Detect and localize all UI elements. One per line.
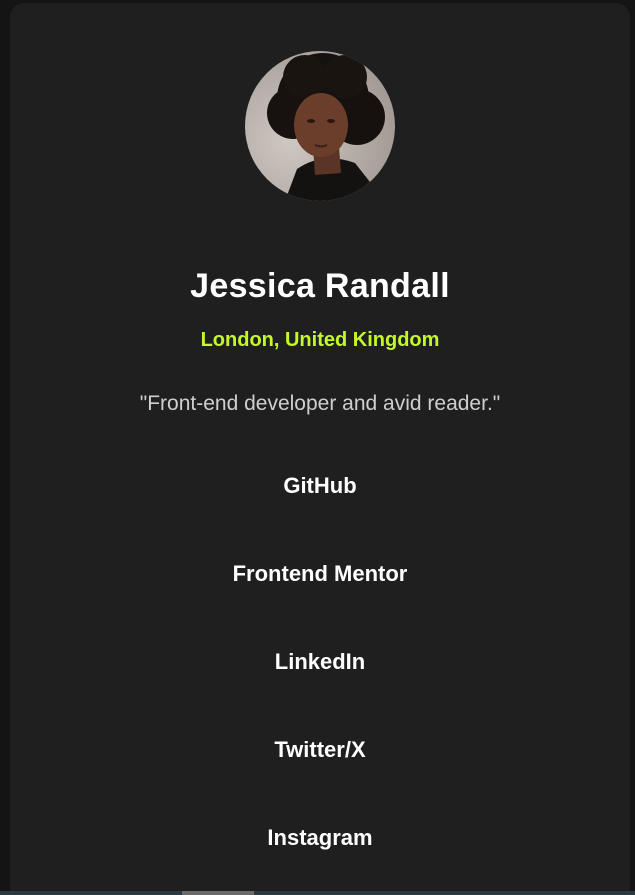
horizontal-scrollbar[interactable] (0, 891, 635, 895)
avatar-image (245, 51, 395, 201)
link-twitter-x[interactable]: Twitter/X (160, 730, 480, 770)
link-github[interactable]: GitHub (160, 466, 480, 506)
link-instagram[interactable]: Instagram (160, 818, 480, 858)
page: Jessica Randall London, United Kingdom "… (0, 0, 635, 895)
profile-bio: "Front-end developer and avid reader." (139, 392, 501, 415)
profile-name: Jessica Randall (190, 267, 450, 305)
link-linkedin[interactable]: LinkedIn (160, 642, 480, 682)
profile-card: Jessica Randall London, United Kingdom "… (10, 3, 630, 895)
link-frontend-mentor[interactable]: Frontend Mentor (160, 554, 480, 594)
profile-location: London, United Kingdom (200, 329, 440, 351)
avatar (245, 51, 395, 201)
scrollbar-thumb[interactable] (182, 891, 254, 895)
